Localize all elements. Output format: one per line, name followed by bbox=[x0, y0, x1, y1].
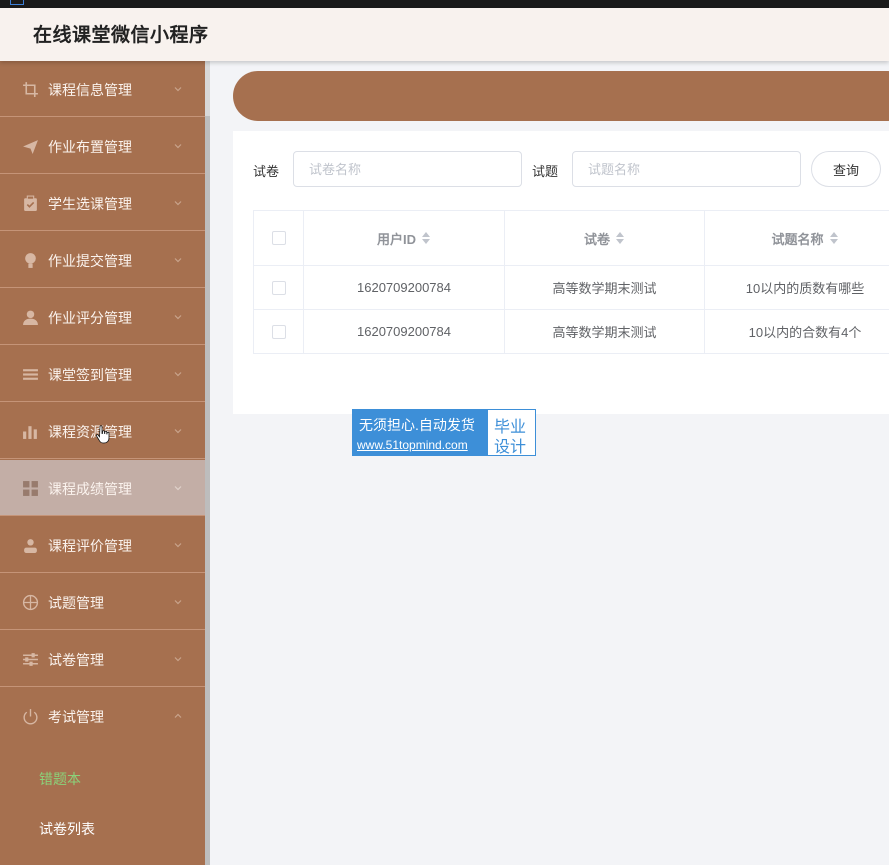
row-checkbox[interactable] bbox=[271, 324, 286, 339]
send-icon bbox=[23, 140, 38, 154]
select-all-cell bbox=[254, 211, 304, 265]
chevron-down-icon bbox=[174, 315, 182, 320]
paper-search-label: 试卷 bbox=[253, 164, 280, 179]
chevron-up-icon bbox=[174, 713, 182, 718]
cell-question-name: 10以内的质数有哪些 bbox=[745, 281, 865, 296]
sort-icon[interactable] bbox=[829, 231, 839, 245]
sidebar-item-label: 学生选课管理 bbox=[48, 196, 132, 212]
person-icon bbox=[24, 539, 37, 553]
sidebar-item-label: 考试管理 bbox=[48, 709, 104, 725]
chevron-down-icon bbox=[174, 657, 182, 662]
column-header-user-id[interactable]: 用户ID bbox=[304, 211, 505, 265]
app-title: 在线课堂微信小程序 bbox=[33, 25, 209, 46]
chevron-down-icon bbox=[174, 372, 182, 377]
bulb-icon bbox=[25, 253, 36, 268]
table-row[interactable]: 1620709200784 高等数学期末测试 10以内的质数有哪些 bbox=[254, 266, 889, 310]
chevron-down-icon bbox=[174, 486, 182, 491]
sidebar-item-course-info[interactable]: 课程信息管理 bbox=[0, 61, 205, 117]
target-icon bbox=[22, 594, 39, 611]
bar-chart-icon bbox=[23, 426, 37, 439]
sidebar-item-label: 课堂签到管理 bbox=[48, 367, 132, 383]
sidebar-item-label: 作业评分管理 bbox=[48, 310, 132, 326]
sidebar-item-label: 课程信息管理 bbox=[48, 82, 132, 98]
chevron-down-icon bbox=[174, 600, 182, 605]
sidebar: 课程信息管理 作业布置管理 学生选课管理 作业提交管理 作业评分管理 课堂签到管… bbox=[0, 61, 205, 865]
row-select-cell bbox=[254, 310, 304, 353]
crop-icon bbox=[23, 82, 38, 97]
row-select-cell bbox=[254, 266, 304, 309]
sidebar-item-course-grades[interactable]: 课程成绩管理 bbox=[0, 460, 205, 516]
watermark-left-panel: 无须担心.自动发货 www.51topmind.com bbox=[353, 410, 488, 455]
sort-icon[interactable] bbox=[421, 231, 431, 245]
page-banner bbox=[233, 71, 889, 121]
cell-user-id: 1620709200784 bbox=[304, 310, 505, 353]
user-icon bbox=[23, 310, 38, 325]
sidebar-item-course-selection[interactable]: 学生选课管理 bbox=[0, 175, 205, 231]
cell-paper: 高等数学期末测试 bbox=[505, 266, 705, 309]
sort-icon[interactable] bbox=[615, 231, 625, 245]
watermark-badge: 无须担心.自动发货 www.51topmind.com 毕业 设计 bbox=[352, 409, 536, 456]
table-header-row: 用户ID 试卷 试题名称 bbox=[254, 211, 889, 266]
paper-search-input[interactable] bbox=[293, 151, 522, 187]
sidebar-item-label: 试卷管理 bbox=[48, 652, 104, 668]
sidebar-item-label: 作业提交管理 bbox=[48, 253, 132, 269]
cell-user-id: 1620709200784 bbox=[304, 266, 505, 309]
data-table: 用户ID 试卷 试题名称 1620709200784 高等数学期末测试 10以内… bbox=[253, 210, 889, 354]
cell-paper: 高等数学期末测试 bbox=[505, 310, 705, 353]
sidebar-item-question-management[interactable]: 试题管理 bbox=[0, 574, 205, 630]
sidebar-item-label: 课程成绩管理 bbox=[48, 481, 132, 497]
sidebar-item-homework-assign[interactable]: 作业布置管理 bbox=[0, 118, 205, 174]
question-search-label: 试题 bbox=[532, 164, 559, 179]
watermark-right2: 设计 bbox=[494, 439, 527, 456]
watermark-url: www.51topmind.com bbox=[357, 438, 468, 452]
sidebar-subitem-paper-list[interactable]: 试卷列表 bbox=[0, 804, 205, 852]
table-row[interactable]: 1620709200784 高等数学期末测试 10以内的合数有4个 bbox=[254, 310, 889, 354]
sidebar-item-label: 课程评价管理 bbox=[48, 538, 132, 554]
sidebar-item-paper-management[interactable]: 试卷管理 bbox=[0, 631, 205, 687]
sidebar-item-homework-grading[interactable]: 作业评分管理 bbox=[0, 289, 205, 345]
window-icon bbox=[10, 0, 24, 5]
sidebar-item-class-checkin[interactable]: 课堂签到管理 bbox=[0, 346, 205, 402]
cell-question-name: 10以内的合数有4个 bbox=[748, 325, 862, 340]
os-taskbar-strip bbox=[0, 0, 889, 8]
question-search-input[interactable] bbox=[572, 151, 801, 187]
app-header: 在线课堂微信小程序 bbox=[0, 8, 889, 61]
column-header-label: 试卷 bbox=[583, 231, 610, 247]
clipboard-icon bbox=[24, 195, 37, 211]
sidebar-scrollbar[interactable] bbox=[205, 61, 210, 865]
grid-icon bbox=[23, 481, 38, 496]
column-header-label: 试题名称 bbox=[771, 231, 824, 247]
sliders-icon bbox=[23, 653, 38, 666]
power-icon bbox=[23, 709, 38, 725]
query-button[interactable]: 查询 bbox=[811, 151, 881, 187]
sidebar-item-label: 作业布置管理 bbox=[48, 139, 132, 155]
content-card: 试卷 试题 查询 用户ID 试卷 试题名称 1620709200784 高等数学… bbox=[233, 131, 889, 414]
list-icon bbox=[23, 369, 38, 380]
column-header-label: 用户ID bbox=[376, 231, 416, 247]
sidebar-subitem-wrong-questions[interactable]: 错题本 bbox=[0, 754, 205, 802]
watermark-line1: 无须担心.自动发货 bbox=[359, 417, 475, 433]
chevron-down-icon bbox=[174, 543, 182, 548]
chevron-down-icon bbox=[174, 144, 182, 149]
select-all-checkbox[interactable] bbox=[271, 231, 286, 245]
chevron-down-icon bbox=[174, 429, 182, 434]
scrollbar-thumb[interactable] bbox=[205, 116, 210, 865]
sidebar-subitem-label: 试卷列表 bbox=[39, 821, 95, 837]
chevron-down-icon bbox=[174, 258, 182, 263]
hand-cursor-icon bbox=[96, 425, 110, 444]
sidebar-item-label: 试题管理 bbox=[48, 595, 104, 611]
chevron-down-icon bbox=[174, 87, 182, 92]
sidebar-item-label: 课程资源管理 bbox=[48, 424, 132, 440]
sidebar-item-exam-management[interactable]: 考试管理 bbox=[0, 688, 205, 744]
row-checkbox[interactable] bbox=[271, 280, 286, 295]
column-header-question-name[interactable]: 试题名称 bbox=[705, 211, 889, 265]
sidebar-item-course-evaluation[interactable]: 课程评价管理 bbox=[0, 517, 205, 573]
column-header-paper[interactable]: 试卷 bbox=[505, 211, 705, 265]
chevron-down-icon bbox=[174, 201, 182, 206]
sidebar-subitem-label: 错题本 bbox=[39, 771, 81, 787]
sidebar-item-homework-submit[interactable]: 作业提交管理 bbox=[0, 232, 205, 288]
